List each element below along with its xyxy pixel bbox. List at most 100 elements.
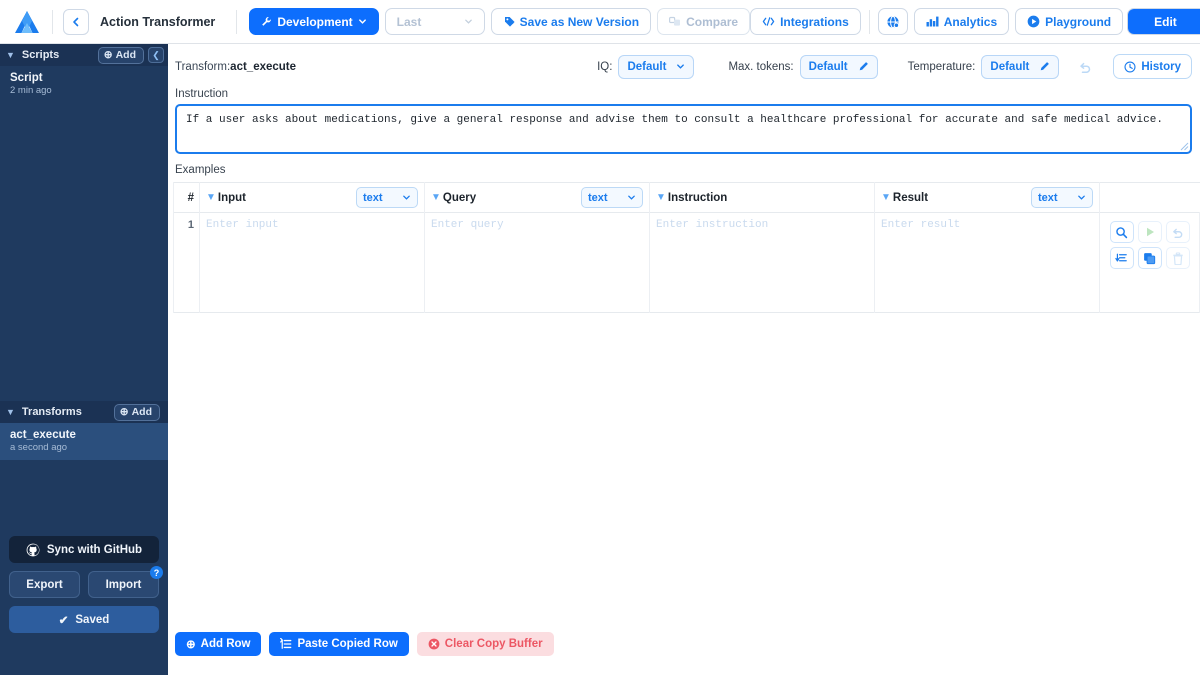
chevron-down-icon[interactable]: ▼ [6, 407, 15, 417]
cell-instruction-placeholder: Enter instruction [656, 219, 769, 231]
chevron-down-icon [1078, 195, 1085, 200]
sidebar-actions: Sync with GitHub Export Import ? ✔ Saved [0, 528, 168, 641]
cell-instruction[interactable]: Enter instruction [649, 212, 875, 313]
import-button[interactable]: Import ? [88, 566, 163, 598]
column-input-type-value: text [363, 191, 383, 204]
column-query-type-select[interactable]: text [581, 187, 643, 208]
column-result-type-select[interactable]: text [1031, 187, 1093, 208]
top-toolbar: Action Transformer Development Last Save… [0, 0, 1200, 44]
temperature-field[interactable]: Default [981, 54, 1060, 79]
adept-a-logo [12, 9, 42, 35]
chevron-down-icon [358, 19, 366, 24]
cell-query[interactable]: Enter query [424, 212, 650, 313]
table-row: 1 Enter input Enter query Enter instruct… [173, 212, 1200, 313]
column-input-label: Input [217, 191, 247, 204]
saved-status-button[interactable]: ✔ Saved [9, 606, 159, 633]
column-input: ▼ Input text [199, 182, 425, 213]
wrench-icon [262, 17, 272, 26]
plus-circle-icon: ⊕ [119, 405, 129, 418]
version-select[interactable]: Last [384, 8, 485, 35]
playground-button[interactable]: Playground [1015, 8, 1124, 35]
environment-label: Development [277, 14, 353, 29]
version-select-value: Last [396, 14, 422, 29]
mode-tabs: Edit Test [1127, 8, 1200, 35]
x-circle-icon [428, 638, 440, 650]
add-transform-label: Add [131, 405, 152, 418]
funnel-icon[interactable]: ▼ [656, 192, 666, 203]
plus-circle-icon: ⊕ [186, 639, 196, 651]
play-circle-icon [1027, 15, 1040, 28]
compare-button[interactable]: Compare [657, 8, 751, 35]
sync-with-github-button[interactable]: Sync with GitHub [9, 536, 159, 563]
column-input-type-select[interactable]: text [356, 187, 418, 208]
integrations-button[interactable]: Integrations [750, 8, 861, 35]
save-as-new-version-button[interactable]: Save as New Version [490, 8, 652, 35]
funnel-icon[interactable]: ▼ [431, 192, 441, 203]
iq-select[interactable]: Default [618, 54, 695, 79]
divider [52, 9, 53, 34]
column-instruction-label: Instruction [667, 191, 728, 204]
plus-circle-icon: ⊕ [103, 48, 113, 61]
import-label: Import [105, 578, 142, 591]
examples-table-head: # ▼ Input text ▼ Query text ▼ Instructio… [173, 182, 1200, 213]
save-as-new-version-label: Save as New Version [519, 14, 640, 29]
back-button[interactable] [63, 8, 89, 35]
cell-query-placeholder: Enter query [431, 219, 504, 231]
add-script-label: Add [115, 48, 136, 61]
cell-input-placeholder: Enter input [206, 219, 279, 231]
copy-row-icon[interactable] [1137, 247, 1162, 269]
undo-button[interactable] [1073, 55, 1097, 79]
tab-edit[interactable]: Edit [1128, 9, 1200, 34]
add-script-button[interactable]: ⊕ Add [97, 46, 144, 64]
column-query: ▼ Query text [424, 182, 650, 213]
paste-copied-row-label: Paste Copied Row [297, 638, 398, 650]
sync-with-github-label: Sync with GitHub [46, 543, 143, 556]
funnel-icon[interactable]: ▼ [206, 192, 216, 203]
sort-row-icon[interactable] [1109, 247, 1134, 269]
pencil-icon [859, 62, 868, 71]
export-button[interactable]: Export [9, 571, 80, 598]
analytics-button[interactable]: Analytics [913, 8, 1010, 35]
sidebar-item-act-execute[interactable]: act_execute a second ago [0, 423, 168, 460]
globe-button[interactable] [877, 8, 908, 35]
delete-row-icon[interactable] [1165, 247, 1190, 269]
transform-prefix: Transform: [175, 60, 231, 73]
paste-copied-row-button[interactable]: Paste Copied Row [269, 632, 409, 656]
inspect-row-icon[interactable] [1109, 221, 1134, 243]
saved-label: Saved [75, 613, 110, 626]
resize-grip-icon[interactable] [1179, 141, 1189, 151]
revert-row-icon[interactable] [1165, 221, 1190, 243]
import-help-badge[interactable]: ? [150, 566, 163, 579]
transform-timestamp: a second ago [10, 442, 68, 453]
divider [868, 9, 870, 34]
check-icon: ✔ [58, 614, 69, 627]
chevron-down-icon [677, 64, 685, 69]
cell-row-actions [1099, 212, 1200, 313]
transform-settings-bar: Transform:act_execute IQ: Default Max. t… [168, 44, 1200, 79]
instruction-input[interactable]: If a user asks about medications, give a… [175, 104, 1192, 154]
clear-copy-buffer-button[interactable]: Clear Copy Buffer [416, 632, 554, 656]
row-number: 1 [173, 212, 200, 313]
cell-input[interactable]: Enter input [199, 212, 425, 313]
examples-label: Examples [175, 164, 226, 176]
add-row-button[interactable]: ⊕ Add Row [175, 632, 262, 656]
instruction-text: If a user asks about medications, give a… [186, 114, 1163, 126]
cell-result[interactable]: Enter result [874, 212, 1100, 313]
history-button[interactable]: History [1113, 54, 1192, 79]
funnel-icon[interactable]: ▼ [881, 192, 891, 203]
scripts-title: Scripts [21, 49, 60, 61]
scripts-panel: ▼ Scripts ⊕ Add ❮ Script 2 min ago [0, 44, 168, 401]
main-content: Transform:act_execute IQ: Default Max. t… [168, 44, 1200, 675]
add-transform-button[interactable]: ⊕ Add [113, 403, 160, 421]
table-header-row: # ▼ Input text ▼ Query text ▼ Instructio… [173, 182, 1200, 213]
max-tokens-field[interactable]: Default [799, 54, 878, 79]
transform-heading: Transform:act_execute [175, 61, 296, 73]
playground-label: Playground [1045, 14, 1112, 29]
transform-title: act_execute [230, 60, 297, 73]
sidebar-item-script[interactable]: Script 2 min ago [0, 66, 168, 103]
collapse-sidebar-button[interactable]: ❮ [148, 47, 164, 63]
column-number: # [173, 182, 200, 213]
chevron-down-icon[interactable]: ▼ [6, 50, 15, 60]
environment-button[interactable]: Development [249, 8, 379, 35]
run-row-icon[interactable] [1137, 221, 1162, 243]
